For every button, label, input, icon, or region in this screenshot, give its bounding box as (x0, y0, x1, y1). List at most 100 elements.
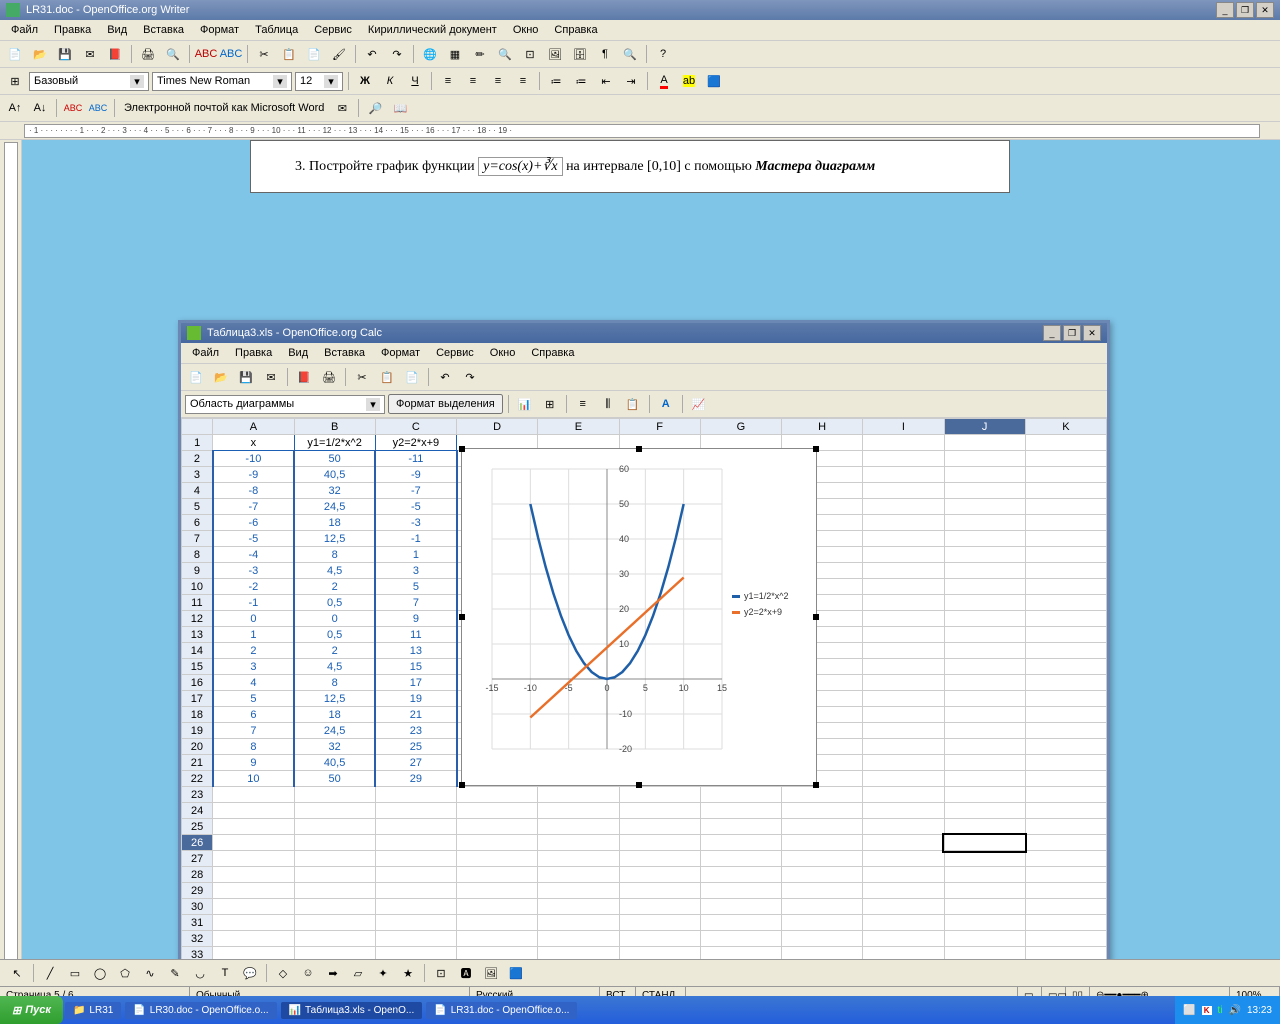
cell-J20[interactable] (944, 739, 1025, 755)
calc-menu-tools[interactable]: Сервис (429, 345, 481, 361)
row-header[interactable]: 17 (182, 691, 213, 707)
row-header[interactable]: 3 (182, 467, 213, 483)
row-header[interactable]: 13 (182, 627, 213, 643)
bullet-list-icon[interactable]: ≔ (570, 70, 592, 92)
cell-C21[interactable]: 27 (375, 755, 456, 771)
cell-I4[interactable] (863, 483, 944, 499)
row-header[interactable]: 31 (182, 915, 213, 931)
cell-B26[interactable] (294, 835, 375, 851)
cell-G26[interactable] (700, 835, 781, 851)
table-icon[interactable]: ▦ (444, 43, 466, 65)
italic-icon[interactable]: К (379, 70, 401, 92)
close-button[interactable]: ✕ (1256, 2, 1274, 18)
cell-A23[interactable] (213, 787, 294, 803)
menu-file[interactable]: Файл (4, 22, 45, 38)
mail-icon[interactable]: ✉ (79, 43, 101, 65)
chart-data-icon[interactable]: ⊞ (539, 393, 561, 415)
cell-A14[interactable]: 2 (213, 643, 294, 659)
draw-functions-icon[interactable]: ✏ (469, 43, 491, 65)
cell-G32[interactable] (700, 931, 781, 947)
cell-F24[interactable] (619, 803, 700, 819)
autospell-icon[interactable]: ABC (220, 43, 242, 65)
calc-menu-edit[interactable]: Правка (228, 345, 279, 361)
cell-G23[interactable] (700, 787, 781, 803)
open-icon[interactable]: 📂 (29, 43, 51, 65)
line-icon[interactable]: ╱ (39, 962, 61, 984)
textbox-icon[interactable]: T (214, 962, 236, 984)
cell-B25[interactable] (294, 819, 375, 835)
cell-J25[interactable] (944, 819, 1025, 835)
cell-E30[interactable] (538, 899, 619, 915)
tray-icon-1[interactable]: ⬜ (1183, 1005, 1195, 1016)
cell-J4[interactable] (944, 483, 1025, 499)
cell-J17[interactable] (944, 691, 1025, 707)
calc-namebox[interactable]: Область диаграммы▾ (185, 395, 385, 414)
taskbar-clock[interactable]: 13:23 (1247, 1005, 1272, 1016)
cell-A9[interactable]: -3 (213, 563, 294, 579)
calc-maximize-button[interactable]: ❐ (1063, 325, 1081, 341)
menu-tools[interactable]: Сервис (307, 22, 359, 38)
cell-J18[interactable] (944, 707, 1025, 723)
cell-C28[interactable] (375, 867, 456, 883)
help-icon[interactable]: ? (652, 43, 674, 65)
cell-I12[interactable] (863, 611, 944, 627)
row-header[interactable]: 2 (182, 451, 213, 467)
cell-C2[interactable]: -11 (375, 451, 456, 467)
cell-B16[interactable]: 8 (294, 675, 375, 691)
cell-K8[interactable] (1025, 547, 1106, 563)
stars-icon[interactable]: ★ (397, 962, 419, 984)
basic-shapes-icon[interactable]: ◇ (272, 962, 294, 984)
cell-I30[interactable] (863, 899, 944, 915)
row-header[interactable]: 25 (182, 819, 213, 835)
writer-vertical-ruler[interactable] (0, 140, 22, 1024)
cell-E28[interactable] (538, 867, 619, 883)
cell-D25[interactable] (457, 819, 538, 835)
cell-K1[interactable] (1025, 435, 1106, 451)
cell-A5[interactable]: -7 (213, 499, 294, 515)
cell-A4[interactable]: -8 (213, 483, 294, 499)
cell-A28[interactable] (213, 867, 294, 883)
cell-J21[interactable] (944, 755, 1025, 771)
cell-H32[interactable] (782, 931, 863, 947)
cell-A16[interactable]: 4 (213, 675, 294, 691)
cell-J11[interactable] (944, 595, 1025, 611)
cell-C6[interactable]: -3 (375, 515, 456, 531)
cell-J14[interactable] (944, 643, 1025, 659)
freeform-icon[interactable]: ✎ (164, 962, 186, 984)
cell-I18[interactable] (863, 707, 944, 723)
cell-J26[interactable] (944, 835, 1025, 851)
from-file-icon[interactable]: 🖼 (480, 962, 502, 984)
cell-K5[interactable] (1025, 499, 1106, 515)
cell-B23[interactable] (294, 787, 375, 803)
row-header[interactable]: 24 (182, 803, 213, 819)
cell-A11[interactable]: -1 (213, 595, 294, 611)
cell-K32[interactable] (1025, 931, 1106, 947)
cell-I22[interactable] (863, 771, 944, 787)
cell-A7[interactable]: -5 (213, 531, 294, 547)
calc-menu-file[interactable]: Файл (185, 345, 226, 361)
text-scale-icon[interactable]: A (655, 393, 677, 415)
cell-J9[interactable] (944, 563, 1025, 579)
thesaurus-icon[interactable]: 📖 (389, 97, 411, 119)
cell-E23[interactable] (538, 787, 619, 803)
cell-B12[interactable]: 0 (294, 611, 375, 627)
cell-D23[interactable] (457, 787, 538, 803)
arrows-icon[interactable]: ➡ (322, 962, 344, 984)
font-size-select[interactable]: 12▾ (295, 72, 343, 91)
cell-C32[interactable] (375, 931, 456, 947)
cell-C8[interactable]: 1 (375, 547, 456, 563)
cell-J30[interactable] (944, 899, 1025, 915)
cell-A27[interactable] (213, 851, 294, 867)
row-header[interactable]: 20 (182, 739, 213, 755)
cell-J24[interactable] (944, 803, 1025, 819)
col-header-J[interactable]: J (944, 419, 1025, 435)
cell-F29[interactable] (619, 883, 700, 899)
cell-J31[interactable] (944, 915, 1025, 931)
cell-B5[interactable]: 24,5 (294, 499, 375, 515)
cell-B3[interactable]: 40,5 (294, 467, 375, 483)
cell-C29[interactable] (375, 883, 456, 899)
callouts-icon[interactable]: ✦ (372, 962, 394, 984)
cell-D26[interactable] (457, 835, 538, 851)
cell-H26[interactable] (782, 835, 863, 851)
cell-B13[interactable]: 0,5 (294, 627, 375, 643)
